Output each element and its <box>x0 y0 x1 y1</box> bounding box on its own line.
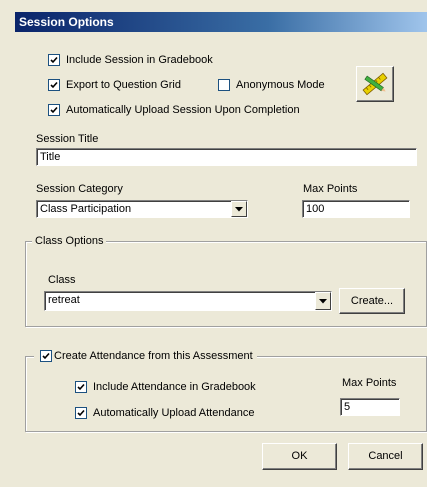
upload-attendance-label: Automatically Upload Attendance <box>93 407 255 419</box>
checkmark-icon <box>42 352 50 360</box>
auto-upload-checkbox[interactable] <box>48 104 60 116</box>
upload-attendance-checkbox[interactable] <box>75 407 87 419</box>
include-gradebook-label: Include Session in Gradebook <box>66 54 213 66</box>
include-attendance-label: Include Attendance in Gradebook <box>93 381 256 393</box>
class-options-legend: Class Options <box>32 234 107 248</box>
include-gradebook-checkbox[interactable] <box>48 54 60 66</box>
create-attendance-legend: Create Attendance from this Assessment <box>34 349 257 363</box>
session-title-input[interactable]: Title <box>36 148 417 166</box>
chevron-down-icon <box>319 299 327 304</box>
checkmark-icon <box>77 409 85 417</box>
attendance-max-points-input[interactable]: 5 <box>340 398 400 416</box>
class-value: retreat <box>48 294 80 306</box>
attendance-max-points-label: Max Points <box>342 377 397 389</box>
class-select[interactable]: retreat <box>44 291 332 311</box>
window-title: Session Options <box>19 15 114 29</box>
chevron-down-icon <box>235 207 243 212</box>
cancel-button[interactable]: Cancel <box>348 443 423 470</box>
create-class-button[interactable]: Create... <box>339 288 405 314</box>
tool-button[interactable] <box>356 66 394 102</box>
checkmark-icon <box>77 383 85 391</box>
class-options-group <box>25 241 427 327</box>
anonymous-mode-label: Anonymous Mode <box>236 79 325 91</box>
anonymous-mode-checkbox[interactable] <box>218 79 230 91</box>
session-category-select[interactable]: Class Participation <box>36 200 248 218</box>
attendance-group <box>25 356 427 432</box>
auto-upload-label: Automatically Upload Session Upon Comple… <box>66 104 300 116</box>
checkmark-icon <box>50 56 58 64</box>
session-title-label: Session Title <box>36 133 99 145</box>
ok-button[interactable]: OK <box>262 443 337 470</box>
export-question-grid-label: Export to Question Grid <box>66 79 181 91</box>
create-attendance-checkbox[interactable] <box>40 350 52 362</box>
title-bar[interactable]: Session Options <box>15 12 427 32</box>
max-points-label: Max Points <box>303 183 358 195</box>
session-category-label: Session Category <box>36 183 123 195</box>
max-points-input[interactable]: 100 <box>302 200 410 218</box>
create-attendance-label: Create Attendance from this Assessment <box>54 350 253 362</box>
checkmark-icon <box>50 106 58 114</box>
ruler-pencil-icon <box>362 72 388 96</box>
class-label: Class <box>48 274 76 286</box>
include-attendance-checkbox[interactable] <box>75 381 87 393</box>
session-category-value: Class Participation <box>40 203 132 215</box>
session-category-dropdown-button[interactable] <box>231 201 247 217</box>
class-dropdown-button[interactable] <box>315 292 331 310</box>
checkmark-icon <box>50 81 58 89</box>
export-question-grid-checkbox[interactable] <box>48 79 60 91</box>
